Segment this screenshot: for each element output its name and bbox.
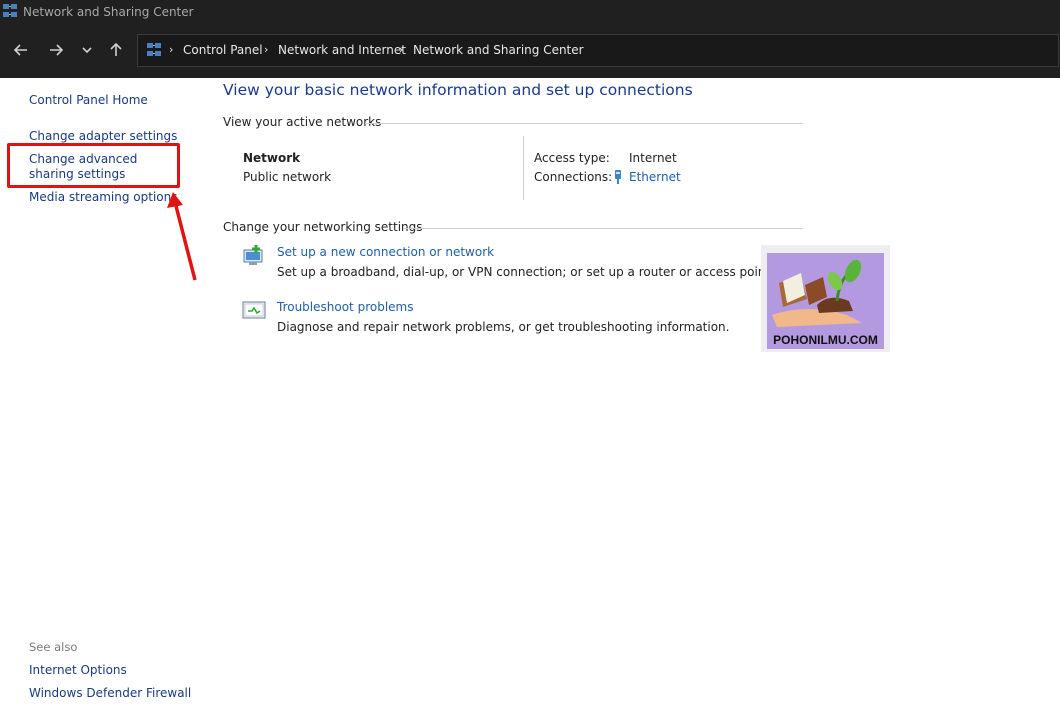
network-center-icon	[3, 4, 17, 17]
breadcrumb-network-and-sharing-center[interactable]: Network and Sharing Center	[413, 43, 584, 57]
change-adapter-settings-link[interactable]: Change adapter settings	[29, 129, 177, 144]
watermark-text: POHONILMU.COM	[773, 333, 878, 347]
forward-arrow-icon[interactable]	[44, 38, 68, 62]
book-and-plant-icon	[772, 259, 862, 327]
ethernet-connection-link[interactable]: Ethernet	[629, 170, 681, 184]
page-title: View your basic network information and …	[223, 81, 693, 99]
address-bar[interactable]: › Control Panel › Network and Internet ›…	[137, 34, 1059, 67]
access-type-label: Access type:	[534, 151, 610, 165]
network-center-icon	[147, 43, 161, 56]
divider	[365, 123, 803, 124]
highlight-box	[7, 143, 180, 188]
connections-label: Connections:	[534, 170, 613, 184]
breadcrumb-separator-icon: ›	[264, 43, 269, 56]
active-networks-label: View your active networks	[223, 115, 382, 129]
back-arrow-icon[interactable]	[9, 38, 33, 62]
recent-locations-chevron-down-icon[interactable]	[75, 38, 99, 62]
media-streaming-options-link[interactable]: Media streaming options	[29, 190, 177, 205]
see-also-label: See also	[29, 640, 78, 654]
annotation-arrow-icon	[167, 192, 197, 281]
breadcrumb-control-panel[interactable]: Control Panel	[183, 43, 263, 57]
divider	[523, 136, 524, 200]
ethernet-icon	[615, 170, 621, 184]
setup-new-connection-description: Set up a broadband, dial-up, or VPN conn…	[277, 265, 774, 279]
control-panel-home-link[interactable]: Control Panel Home	[29, 93, 148, 108]
windows-defender-firewall-link[interactable]: Windows Defender Firewall	[29, 686, 191, 701]
navigation-bar: › Control Panel › Network and Internet ›…	[0, 24, 1060, 78]
setup-new-connection-link[interactable]: Set up a new connection or network	[277, 245, 494, 259]
troubleshoot-problems-link[interactable]: Troubleshoot problems	[277, 300, 413, 314]
breadcrumb-network-and-internet[interactable]: Network and Internet	[278, 43, 406, 57]
watermark-logo-image: POHONILMU.COM	[767, 253, 884, 349]
network-name: Network	[243, 151, 301, 165]
title-bar: Network and Sharing Center	[0, 0, 1060, 24]
divider	[403, 228, 803, 229]
breadcrumb-separator-icon: ›	[169, 43, 174, 56]
troubleshoot-icon	[242, 301, 266, 319]
window-title: Network and Sharing Center	[23, 5, 194, 19]
up-arrow-icon[interactable]	[104, 38, 128, 62]
watermark-logo: POHONILMU.COM	[761, 245, 890, 352]
troubleshoot-problems-description: Diagnose and repair network problems, or…	[277, 320, 730, 334]
new-connection-icon	[243, 245, 263, 265]
network-type[interactable]: Public network	[243, 170, 331, 184]
internet-options-link[interactable]: Internet Options	[29, 663, 127, 678]
access-type-value: Internet	[629, 151, 677, 165]
change-settings-label: Change your networking settings	[223, 220, 423, 234]
breadcrumb-separator-icon: ›	[399, 43, 404, 56]
